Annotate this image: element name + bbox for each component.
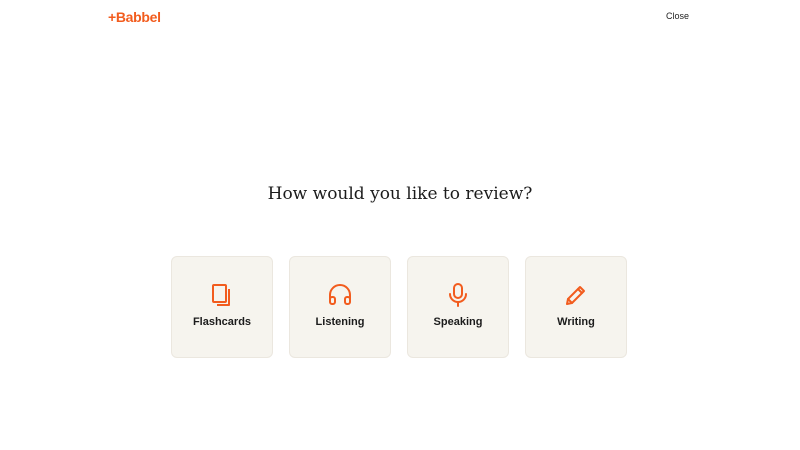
headphones-icon [327,282,353,308]
review-mode-page: +Babbel Close How would you like to revi… [0,0,800,450]
writing-label: Writing [557,316,595,328]
flashcards-option-card[interactable]: Flashcards [171,256,273,358]
pencil-icon [563,282,589,308]
review-options: Flashcards Listening Speaking Writing [171,256,627,358]
speaking-option-card[interactable]: Speaking [407,256,509,358]
flashcards-icon [209,282,235,308]
close-button[interactable]: Close [666,11,689,21]
listening-option-card[interactable]: Listening [289,256,391,358]
speaking-label: Speaking [433,316,483,328]
flashcards-label: Flashcards [192,316,252,328]
writing-option-card[interactable]: Writing [525,256,627,358]
listening-label: Listening [315,316,365,328]
page-title: How would you like to review? [267,184,533,204]
microphone-icon [445,282,471,308]
babbel-logo: +Babbel [108,9,161,25]
